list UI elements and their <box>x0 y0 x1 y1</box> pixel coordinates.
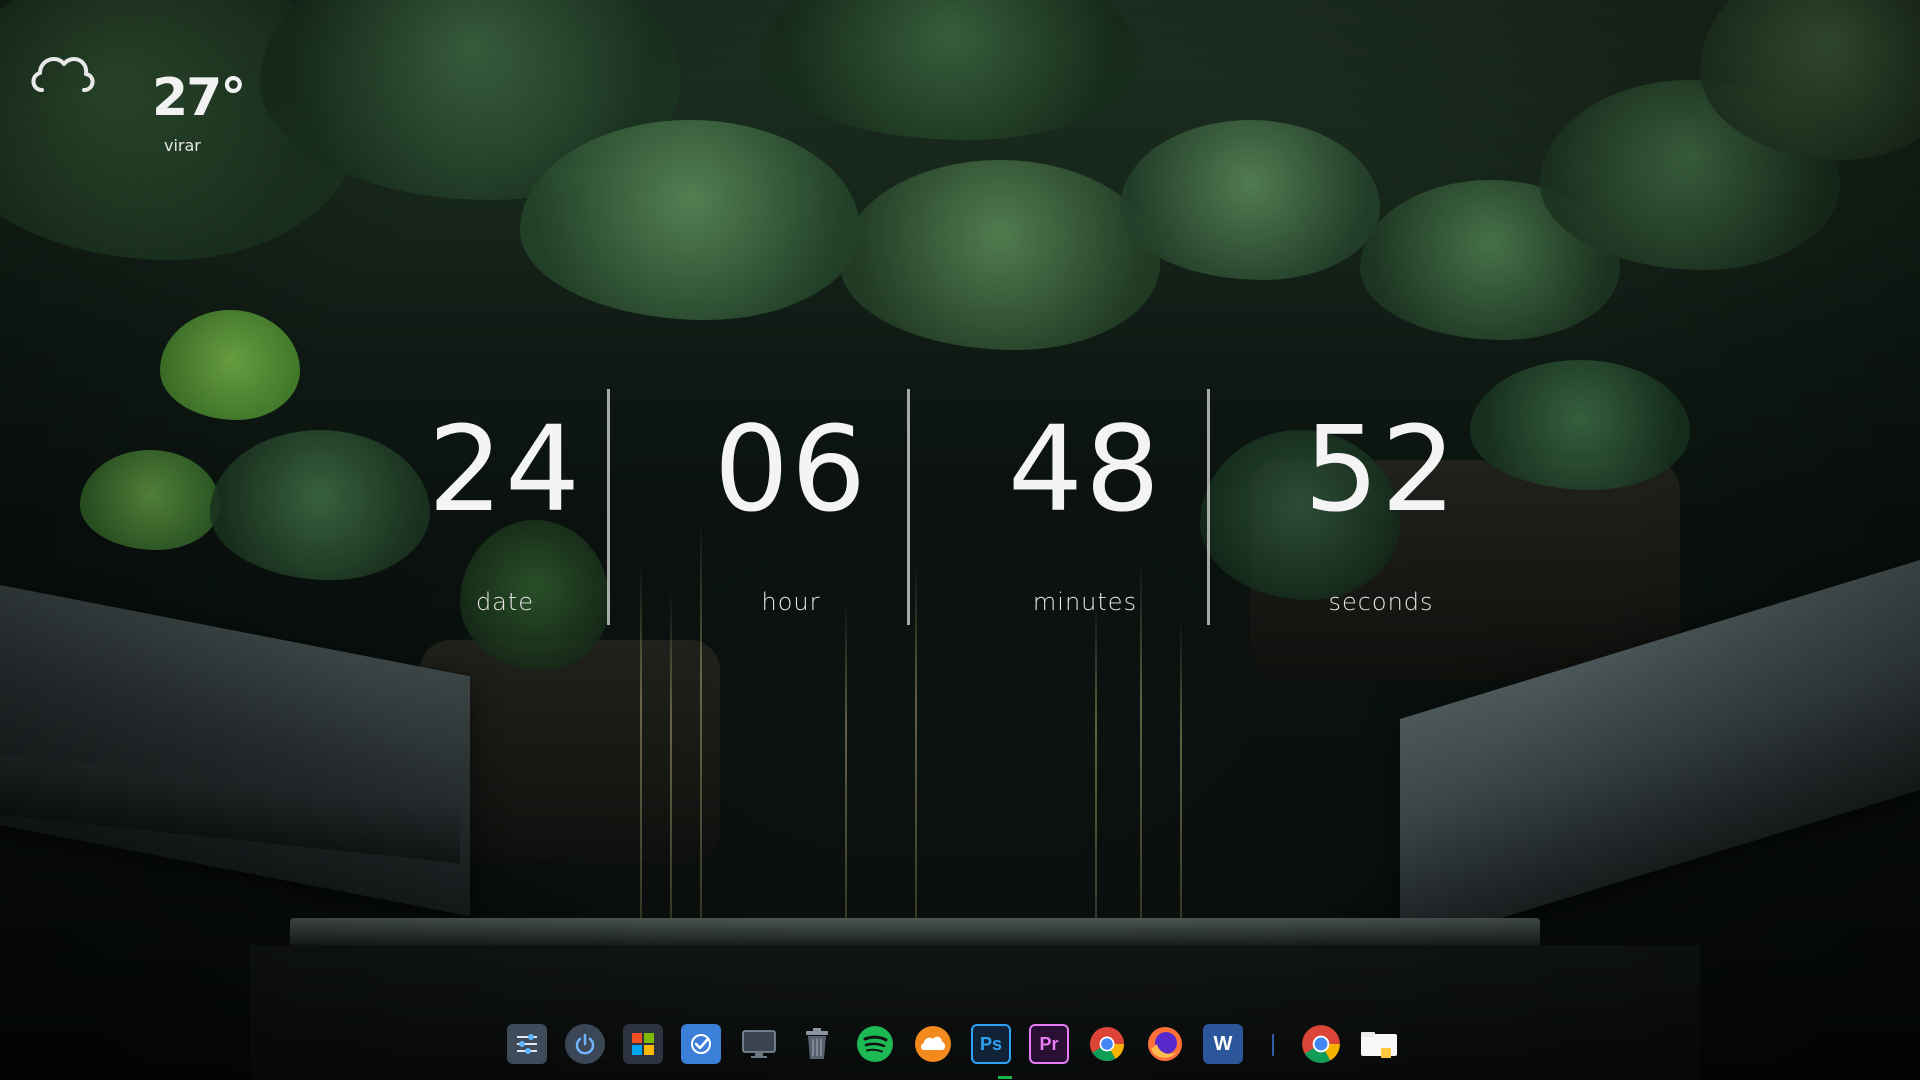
chrome-icon-pinned[interactable] <box>1301 1024 1341 1064</box>
clock-date-value: 24 <box>427 400 583 538</box>
spotify-icon[interactable] <box>855 1024 895 1064</box>
dock-separator <box>1272 1034 1274 1056</box>
windows-store-icon[interactable] <box>623 1024 663 1064</box>
premiere-icon-label: Pr <box>1039 1033 1059 1054</box>
tasks-checkmark-icon[interactable] <box>681 1024 721 1064</box>
clock-minutes: 48 minutes <box>935 385 1235 625</box>
trash-icon[interactable] <box>797 1024 837 1064</box>
premiere-icon[interactable]: Pr <box>1029 1024 1069 1064</box>
clock-divider <box>607 389 610 625</box>
word-icon[interactable]: W <box>1203 1024 1243 1064</box>
clock-seconds-value: 52 <box>1303 400 1459 538</box>
chrome-icon[interactable] <box>1087 1024 1127 1064</box>
clock-divider <box>1207 389 1210 625</box>
weather-temperature: 27° <box>152 68 246 128</box>
clock-date-label: date <box>475 588 535 616</box>
power-icon[interactable] <box>565 1024 605 1064</box>
monitor-icon[interactable] <box>739 1024 779 1064</box>
clock-widget: 24 date 06 hour 48 minutes 52 seconds <box>355 385 1480 625</box>
cloud-sync-icon[interactable] <box>913 1024 953 1064</box>
photoshop-icon-label: Ps <box>979 1033 1003 1054</box>
word-icon-label: W <box>1213 1032 1233 1055</box>
clock-hour-value: 06 <box>713 400 869 538</box>
dock: Ps Pr W <box>497 1020 1437 1070</box>
clock-seconds-label: seconds <box>1328 588 1434 616</box>
clock-hour: 06 hour <box>641 385 941 625</box>
cloud-icon <box>31 57 95 92</box>
clock-hour-label: hour <box>761 588 821 616</box>
weather-widget[interactable]: 27° virar <box>28 38 246 154</box>
active-app-indicator <box>998 1076 1012 1079</box>
clock-divider <box>907 389 910 625</box>
clock-date: 24 date <box>355 385 655 625</box>
clock-minutes-value: 48 <box>1007 400 1163 538</box>
weather-location: virar <box>164 136 201 155</box>
desktop: 27° virar 24 date 06 hour 48 minutes 52 … <box>0 0 1920 1080</box>
settings-sliders-icon[interactable] <box>507 1024 547 1064</box>
photoshop-icon[interactable]: Ps <box>971 1024 1011 1064</box>
file-explorer-icon[interactable] <box>1359 1024 1399 1064</box>
clock-seconds: 52 seconds <box>1231 385 1531 625</box>
firefox-icon[interactable] <box>1145 1024 1185 1064</box>
clock-minutes-label: minutes <box>1032 588 1138 616</box>
